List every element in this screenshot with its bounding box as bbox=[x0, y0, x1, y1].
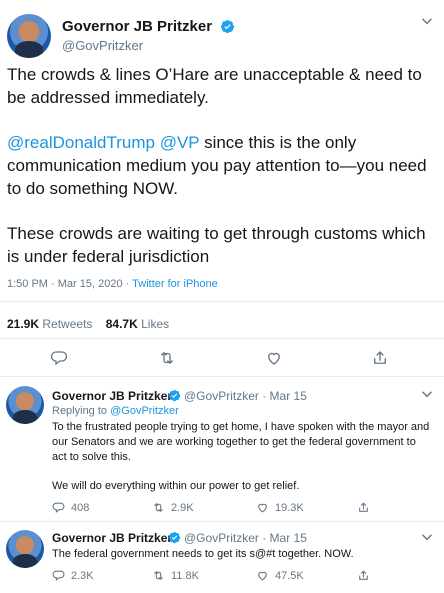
tweet-text-p2: @realDonaldTrump @VP since this is the o… bbox=[7, 131, 437, 200]
tweet-text-p3: These crowds are waiting to get through … bbox=[7, 224, 426, 266]
likes-stat[interactable]: 84.7K Likes bbox=[106, 317, 169, 331]
verified-icon bbox=[220, 20, 235, 34]
caret-down-icon[interactable] bbox=[420, 387, 434, 401]
reply-tweet[interactable]: Governor JB Pritzker @GovPritzker · Mar … bbox=[0, 377, 444, 521]
tweet-meta: 1:50 PM · Mar 15, 2020 · Twitter for iPh… bbox=[7, 278, 218, 290]
retweet-count: 2.9K bbox=[171, 501, 194, 514]
divider bbox=[0, 301, 444, 302]
reply-text-p1: To the frustrated people trying to get h… bbox=[52, 421, 430, 463]
reply-icon bbox=[52, 502, 65, 513]
tweet-date[interactable]: Mar 15, 2020 bbox=[58, 278, 123, 290]
reply-text-p1: The federal government needs to get its … bbox=[52, 548, 354, 560]
share-button[interactable] bbox=[357, 569, 370, 582]
like-button[interactable]: 47.5K bbox=[256, 569, 304, 582]
tweet-date: Mar 15 bbox=[269, 389, 307, 403]
tweet-source[interactable]: Twitter for iPhone bbox=[132, 278, 218, 290]
reply-button[interactable]: 408 bbox=[52, 501, 89, 514]
retweet-icon[interactable] bbox=[158, 349, 176, 367]
author-handle[interactable]: @GovPritzker bbox=[62, 38, 143, 53]
share-icon[interactable] bbox=[371, 349, 389, 367]
reply-count: 408 bbox=[71, 501, 90, 514]
author-name[interactable]: Governor JB Pritzker bbox=[52, 389, 172, 403]
reply-text-p2: We will do everything within our power t… bbox=[52, 480, 300, 492]
verified-icon bbox=[168, 389, 181, 402]
retweet-count: 11.8K bbox=[171, 569, 199, 582]
engagement-stats: 21.9K Retweets 84.7K Likes bbox=[7, 317, 169, 331]
tweet-text-p1: The crowds & lines O’Hare are unacceptab… bbox=[7, 65, 422, 107]
author-handle[interactable]: @GovPritzker · Mar 15 bbox=[184, 389, 307, 403]
mention-link[interactable]: @VP bbox=[160, 133, 200, 152]
likes-count: 84.7K bbox=[105, 317, 138, 331]
author-name[interactable]: Governor JB Pritzker bbox=[52, 531, 172, 545]
retweets-label: Retweets bbox=[42, 317, 93, 331]
avatar[interactable] bbox=[7, 14, 51, 58]
retweet-icon bbox=[154, 503, 163, 512]
author-name[interactable]: Governor JB Pritzker bbox=[62, 18, 212, 35]
caret-down-icon[interactable] bbox=[420, 14, 434, 28]
retweet-button[interactable]: 11.8K bbox=[152, 569, 199, 582]
main-tweet: Governor JB Pritzker @GovPritzker The cr… bbox=[0, 0, 444, 376]
handle-text: @GovPritzker bbox=[184, 389, 259, 403]
likes-label: Likes bbox=[141, 317, 170, 331]
caret-down-icon[interactable] bbox=[420, 530, 434, 544]
like-icon bbox=[258, 571, 267, 581]
like-icon[interactable] bbox=[265, 349, 283, 367]
reply-icon bbox=[52, 570, 65, 581]
share-icon bbox=[359, 570, 368, 580]
retweet-button[interactable]: 2.9K bbox=[152, 501, 194, 514]
author-handle[interactable]: @GovPritzker · Mar 15 bbox=[184, 531, 307, 545]
retweets-stat[interactable]: 21.9K Retweets bbox=[7, 317, 92, 331]
replying-handle[interactable]: @GovPritzker bbox=[110, 405, 179, 417]
replying-to: Replying to @GovPritzker bbox=[52, 405, 179, 417]
tweet-date: Mar 15 bbox=[269, 531, 307, 545]
share-button[interactable] bbox=[357, 501, 370, 514]
verified-icon bbox=[168, 531, 181, 544]
replying-label: Replying to bbox=[52, 405, 108, 417]
like-count: 47.5K bbox=[275, 569, 304, 582]
reply-button[interactable]: 2.3K bbox=[52, 569, 94, 582]
retweets-count: 21.9K bbox=[7, 317, 40, 331]
divider bbox=[0, 338, 444, 339]
reply-tweet[interactable]: Governor JB Pritzker @GovPritzker · Mar … bbox=[0, 522, 444, 593]
avatar[interactable] bbox=[6, 386, 44, 424]
like-icon bbox=[258, 503, 267, 513]
reply-icon[interactable] bbox=[50, 349, 68, 367]
handle-text: @GovPritzker bbox=[184, 531, 259, 545]
share-icon bbox=[359, 502, 368, 512]
tweet-time[interactable]: 1:50 PM bbox=[7, 278, 48, 290]
like-count: 19.3K bbox=[275, 501, 304, 514]
retweet-icon bbox=[154, 571, 163, 580]
mention-link[interactable]: @realDonaldTrump bbox=[7, 133, 155, 152]
reply-count: 2.3K bbox=[71, 569, 94, 582]
like-button[interactable]: 19.3K bbox=[256, 501, 304, 514]
avatar[interactable] bbox=[6, 530, 44, 568]
